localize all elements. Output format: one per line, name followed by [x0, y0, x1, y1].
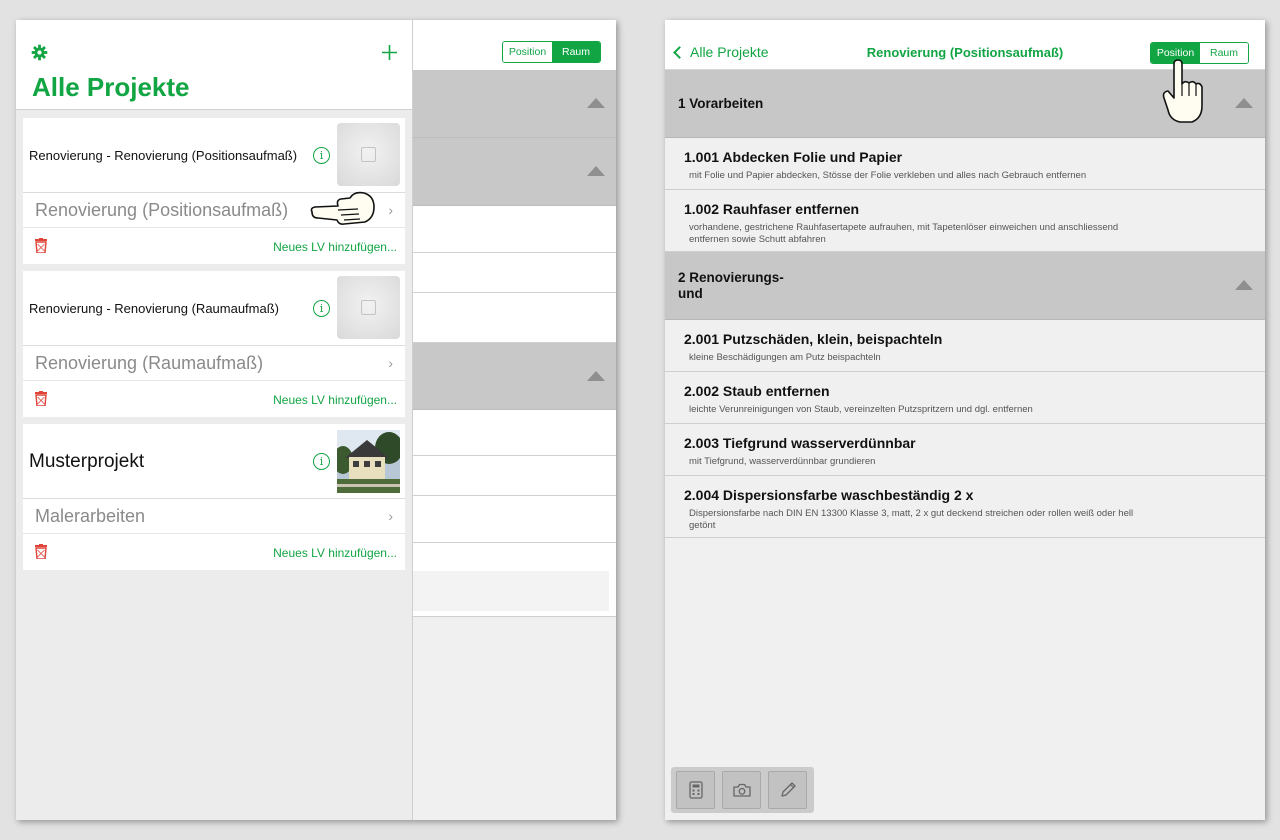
lv-row[interactable]: Renovierung (Positionsaufmaß) ›	[23, 193, 405, 228]
segment-raum[interactable]: Raum	[1200, 43, 1248, 63]
camera-button[interactable]	[722, 771, 761, 809]
list-item[interactable]	[413, 293, 616, 343]
chevron-right-icon: ›	[388, 508, 393, 524]
chevron-right-icon: ›	[388, 202, 393, 218]
position-item[interactable]: 1.001 Abdecken Folie und Papier mit Foli…	[665, 138, 1265, 190]
project-header-row[interactable]: Renovierung - Renovierung (Raumaufmaß) i	[23, 271, 405, 346]
left-screen: Position Raum Alle Projekte Renovierung …	[16, 20, 616, 820]
trash-icon[interactable]	[35, 391, 47, 406]
project-card: Musterprojekt i Malerarbeiten › Neues LV…	[23, 424, 405, 570]
lv-row[interactable]: Malerarbeiten ›	[23, 499, 405, 534]
project-footer: Neues LV hinzufügen...	[23, 534, 405, 570]
add-lv-link[interactable]: Neues LV hinzufügen...	[273, 546, 397, 560]
calculator-button[interactable]	[676, 771, 715, 809]
position-description: mit Tiefgrund, wasserverdünnbar grundier…	[689, 456, 876, 467]
section-title: 2 Renovierungs- und	[678, 270, 784, 302]
project-header-row[interactable]: Musterprojekt i	[23, 424, 405, 499]
lv-name: Renovierung (Raumaufmaß)	[35, 353, 264, 373]
position-item[interactable]: 2.004 Dispersionsfarbe waschbeständig 2 …	[665, 476, 1265, 538]
section-title: 1 Vorarbeiten	[678, 96, 764, 111]
list-item[interactable]	[413, 496, 616, 543]
position-title: 2.002 Staub entfernen	[684, 383, 830, 399]
project-footer: Neues LV hinzufügen...	[23, 381, 405, 417]
collapse-triangle-icon[interactable]	[1235, 280, 1253, 290]
position-title: 1.002 Rauhfaser entfernen	[684, 201, 860, 217]
add-lv-link[interactable]: Neues LV hinzufügen...	[273, 240, 397, 254]
background-nav-bar: Position Raum	[413, 20, 616, 70]
segment-position[interactable]: Position	[503, 42, 552, 62]
position-title: 2.004 Dispersionsfarbe waschbeständig 2 …	[684, 487, 974, 503]
trash-icon[interactable]	[35, 238, 47, 253]
info-icon[interactable]: i	[313, 147, 330, 164]
info-icon[interactable]: i	[313, 453, 330, 470]
position-description: mit Folie und Papier abdecken, Stösse de…	[689, 170, 1087, 181]
project-header-row[interactable]: Renovierung - Renovierung (Positionsaufm…	[23, 118, 405, 193]
list-item[interactable]	[413, 410, 616, 456]
position-description: leichte Verunreinigungen von Staub, vere…	[689, 404, 1033, 415]
project-footer: Neues LV hinzufügen...	[23, 228, 405, 264]
chevron-right-icon: ›	[388, 355, 393, 371]
lv-row[interactable]: Renovierung (Raumaufmaß) ›	[23, 346, 405, 381]
segment-position[interactable]: Position	[1151, 43, 1200, 63]
section-header[interactable]: 2 Renovierungs- und	[665, 252, 1265, 320]
projects-panel: Alle Projekte Renovierung - Renovierung …	[16, 20, 412, 820]
project-name: Renovierung - Renovierung (Positionsaufm…	[29, 148, 298, 163]
mode-segmented-control[interactable]: Position Raum	[502, 41, 601, 63]
page-title: Alle Projekte	[32, 72, 190, 102]
position-title: 2.001 Putzschäden, klein, beispachteln	[684, 331, 943, 347]
project-card: Renovierung - Renovierung (Positionsaufm…	[23, 118, 405, 264]
collapse-triangle-icon[interactable]	[1235, 98, 1253, 108]
segment-raum[interactable]: Raum	[552, 42, 600, 62]
section-title-line1: 2 Renovierungs-	[678, 270, 784, 285]
background-detail-view: Position Raum	[412, 20, 616, 820]
placeholder-image-icon[interactable]	[337, 276, 400, 339]
collapse-triangle-icon[interactable]	[587, 98, 605, 108]
gear-icon[interactable]	[31, 44, 48, 61]
list-item[interactable]	[413, 543, 616, 617]
collapse-triangle-icon[interactable]	[587, 166, 605, 176]
project-name: Musterprojekt	[29, 450, 145, 472]
list-item[interactable]	[413, 253, 616, 293]
position-description: Dispersionsfarbe nach DIN EN 13300 Klass…	[689, 508, 1134, 531]
pencil-icon	[780, 782, 796, 797]
position-title: 2.003 Tiefgrund wasserverdünnbar	[684, 435, 916, 451]
lv-name: Renovierung (Positionsaufmaß)	[35, 200, 289, 220]
add-lv-link[interactable]: Neues LV hinzufügen...	[273, 393, 397, 407]
pencil-button[interactable]	[768, 771, 807, 809]
list-item[interactable]	[413, 206, 616, 253]
mode-segmented-control[interactable]: Position Raum	[1150, 42, 1249, 64]
position-item[interactable]: 2.003 Tiefgrund wasserverdünnbar mit Tie…	[665, 424, 1265, 476]
bottom-toolbar	[671, 767, 814, 813]
info-icon[interactable]: i	[313, 300, 330, 317]
house-photo[interactable]	[337, 430, 400, 493]
placeholder-image-icon[interactable]	[337, 123, 400, 186]
right-screen: Alle Projekte Renovierung (Positionsaufm…	[665, 20, 1265, 820]
trash-icon[interactable]	[35, 544, 47, 559]
section-header[interactable]	[413, 138, 616, 206]
position-item[interactable]: 2.001 Putzschäden, klein, beispachteln k…	[665, 320, 1265, 372]
position-description: kleine Beschädigungen am Putz beispachte…	[689, 352, 881, 363]
list-item[interactable]	[413, 456, 616, 496]
nav-bar: Alle Projekte Renovierung (Positionsaufm…	[665, 20, 1265, 70]
position-item[interactable]: 1.002 Rauhfaser entfernen vorhandene, ge…	[665, 190, 1265, 252]
camera-icon	[732, 783, 751, 797]
position-title: 1.001 Abdecken Folie und Papier	[684, 149, 903, 165]
position-item[interactable]: 2.002 Staub entfernen leichte Verunreini…	[665, 372, 1265, 424]
section-title-line2: und	[678, 286, 703, 301]
input-area[interactable]	[413, 571, 609, 611]
project-name: Renovierung - Renovierung (Raumaufmaß)	[29, 301, 280, 316]
plus-icon[interactable]	[382, 45, 397, 60]
section-header[interactable]	[413, 343, 616, 410]
section-header[interactable]: 1 Vorarbeiten	[665, 70, 1265, 138]
calculator-icon	[688, 781, 703, 799]
collapse-triangle-icon[interactable]	[587, 371, 605, 381]
section-header[interactable]	[413, 70, 616, 138]
position-description: vorhandene, gestrichene Rauhfasertapete …	[689, 222, 1119, 245]
lv-name: Malerarbeiten	[35, 506, 146, 526]
projects-header: Alle Projekte	[16, 20, 412, 110]
project-card: Renovierung - Renovierung (Raumaufmaß) i…	[23, 271, 405, 417]
